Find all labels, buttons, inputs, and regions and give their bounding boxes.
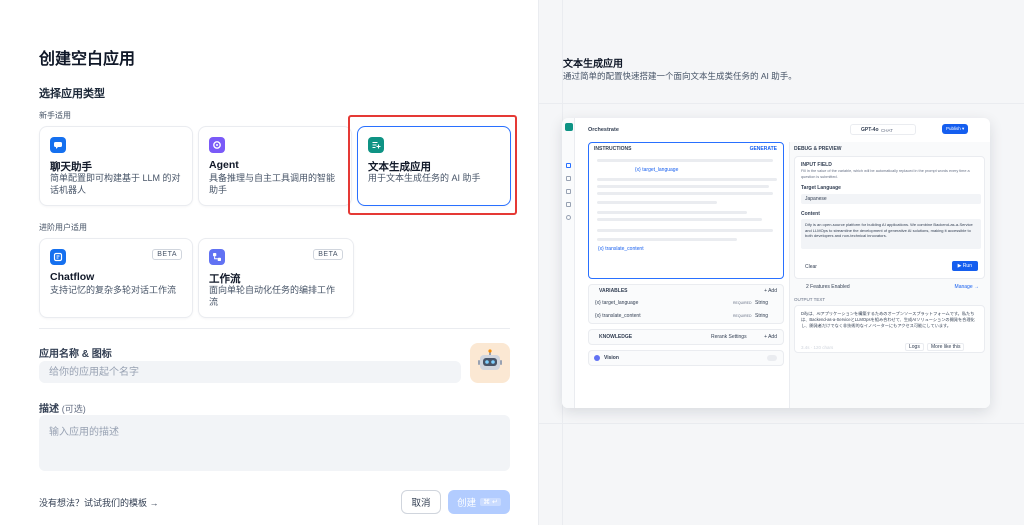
group-label-advanced: 进阶用户适用 xyxy=(39,223,87,232)
desc-label-text: 描述 xyxy=(39,404,59,415)
preview-vision: Vision xyxy=(588,350,784,366)
agent-icon xyxy=(209,137,225,153)
preview-features-row: 2 Features Enabled Manage → xyxy=(794,282,985,292)
group-label-beginner: 新手适用 xyxy=(39,111,71,120)
preview-variable-req: REQUIRED xyxy=(733,300,752,305)
preview-title: 文本生成应用 xyxy=(563,59,623,70)
preview-clear: Clear xyxy=(805,264,817,270)
preview-var-translate: {x} translate_content xyxy=(598,246,644,252)
preview-variable-type: String xyxy=(755,300,769,306)
preview-input-hint: Fill in the value of the variable, which… xyxy=(801,169,970,179)
preview-run: ▶ Run xyxy=(951,261,978,271)
preview-variables: VARIABLES + Add {x} target_language REQU… xyxy=(588,284,784,324)
preview-input-field: INPUT FIELD xyxy=(801,162,832,168)
toggle-icon xyxy=(767,355,777,361)
preview-nav-icon xyxy=(566,215,571,220)
card-name: Agent xyxy=(209,159,239,171)
eye-icon xyxy=(594,355,600,361)
preview-model: GPT-4o xyxy=(861,127,879,133)
preview-content-value: Dify is an open-source platform for buil… xyxy=(805,222,973,238)
preview-model-selector: GPT-4o CHAT xyxy=(850,124,916,135)
preview-publish: Publish ▾ xyxy=(942,124,969,134)
create-app-form: 创建空白应用 选择应用类型 新手适用 聊天助手 简单配置即可构建基于 LLM 的… xyxy=(0,0,538,525)
card-text-generator[interactable]: 文本生成应用 用于文本生成任务的 AI 助手 xyxy=(357,126,511,206)
preview-content-box: Dify is an open-source platform for buil… xyxy=(801,219,981,249)
preview-screenshot: Orchestrate GPT-4o CHAT Publish ▾ INSTRU… xyxy=(562,118,990,408)
card-chat-assistant[interactable]: 聊天助手 简单配置即可构建基于 LLM 的对话机器人 xyxy=(39,126,193,206)
preview-sidebar xyxy=(562,118,575,408)
preview-nav-icon xyxy=(566,176,571,181)
preview-knowledge: KNOWLEDGE Rerank Settings + Add xyxy=(588,329,784,345)
preview-content-label: Content xyxy=(801,211,820,217)
preview-more-like: More like this xyxy=(927,343,965,351)
text-generate-icon xyxy=(368,137,384,153)
cancel-button[interactable]: 取消 xyxy=(401,490,441,514)
preview-variable-name: {x} translate_content xyxy=(595,313,641,319)
preview-desc: 通过简单的配置快速搭建一个面向文本生成类任务的 AI 助手。 xyxy=(563,71,797,81)
beta-badge: BETA xyxy=(152,249,182,260)
card-workflow[interactable]: BETA 工作流 面向单轮自动化任务的编排工作流 xyxy=(198,238,354,318)
preview-add: + Add xyxy=(764,288,777,294)
preview-var-target: {x} target_language xyxy=(635,167,679,173)
card-desc: 用于文本生成任务的 AI 助手 xyxy=(368,173,481,183)
preview-output-card: Difyは、AIアプリケーションを構築するためのオープンソースプラットフォームで… xyxy=(794,305,985,353)
preview-instructions: INSTRUCTIONS GENERATE {x} target_languag… xyxy=(588,142,784,279)
create-label: 创建 xyxy=(457,498,477,509)
preview-app-icon xyxy=(565,123,573,131)
page-title: 创建空白应用 xyxy=(39,51,136,68)
preview-rerank: Rerank Settings xyxy=(711,334,747,340)
preview-variable-type: String xyxy=(755,313,769,319)
app-name-input[interactable] xyxy=(39,361,461,383)
workflow-icon xyxy=(209,249,225,265)
desc-label: 描述 (可选) xyxy=(39,400,86,415)
create-button[interactable]: 创建 ⌘ ↵ xyxy=(448,490,510,514)
desc-optional: (可选) xyxy=(61,404,86,414)
shortcut-hint: ⌘ ↵ xyxy=(480,498,501,506)
app-icon-picker[interactable] xyxy=(470,343,510,383)
preview-target-label: Target Language xyxy=(801,185,841,191)
template-link[interactable]: 没有想法？试试我们的模板 → xyxy=(39,496,159,509)
robot-icon xyxy=(477,348,503,378)
guide-line xyxy=(538,423,1024,424)
preview-stats: 3.4s · 120 chars xyxy=(801,345,834,350)
guide-line xyxy=(538,103,1024,104)
preview-nav-icon xyxy=(566,202,571,207)
card-desc: 简单配置即可构建基于 LLM 的对话机器人 xyxy=(50,173,181,195)
card-chatflow[interactable]: BETA Chatflow 支持记忆的复杂多轮对话工作流 xyxy=(39,238,193,318)
preview-logs: Logs xyxy=(905,343,924,351)
preview-features: 2 Features Enabled xyxy=(806,284,850,290)
preview-input-card: INPUT FIELD Fill in the value of the var… xyxy=(794,156,985,279)
preview-manage: Manage → xyxy=(954,284,979,290)
beta-badge: BETA xyxy=(313,249,343,260)
chatflow-icon xyxy=(50,249,66,265)
preview-target-select: Japanese xyxy=(801,194,981,204)
card-agent[interactable]: Agent 具备推理与自主工具调用的智能助手 xyxy=(198,126,352,206)
preview-model-tag: CHAT xyxy=(881,127,893,133)
preview-variable-name: {x} target_language xyxy=(595,300,639,306)
preview-add: + Add xyxy=(764,334,777,340)
preview-generate: GENERATE xyxy=(749,146,777,152)
preview-instructions-label: INSTRUCTIONS xyxy=(594,146,632,152)
preview-knowledge-label: KNOWLEDGE xyxy=(599,334,633,340)
preview-nav-icon xyxy=(566,189,571,194)
preview-debug-label: DEBUG & PREVIEW xyxy=(794,146,842,152)
preview-vision-label: Vision xyxy=(604,355,619,361)
preview-variable-req: REQUIRED xyxy=(733,313,752,318)
preview-output: Difyは、AIアプリケーションを構築するためのオープンソースプラットフォームで… xyxy=(801,311,975,328)
app-desc-textarea[interactable] xyxy=(39,415,510,471)
preview-nav-icon xyxy=(566,163,571,168)
divider xyxy=(39,328,510,329)
card-desc: 具备推理与自主工具调用的智能助手 xyxy=(209,173,336,195)
card-name: Chatflow xyxy=(50,271,95,283)
preview-output-label: OUTPUT TEXT xyxy=(794,297,826,302)
app-name-label: 应用名称 & 图标 xyxy=(39,349,112,360)
card-desc: 面向单轮自动化任务的编排工作流 xyxy=(209,285,336,307)
section-title-app-type: 选择应用类型 xyxy=(39,88,105,100)
chat-bubble-icon xyxy=(50,137,66,153)
preview-target-value: Japanese xyxy=(805,196,827,202)
preview-variables-label: VARIABLES xyxy=(599,288,628,294)
card-desc: 支持记忆的复杂多轮对话工作流 xyxy=(50,285,177,295)
preview-header-title: Orchestrate xyxy=(588,127,619,133)
